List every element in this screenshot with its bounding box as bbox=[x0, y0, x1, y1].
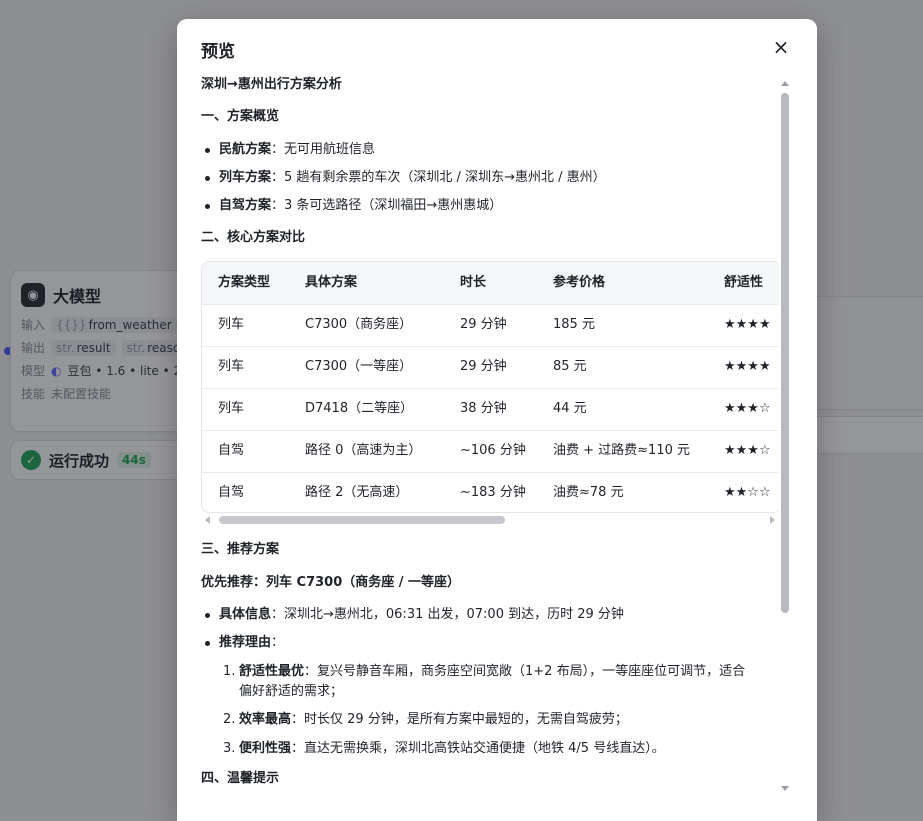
numbered-item: 3. 便利性强：直达无需换乘，深圳北高铁站交通便捷（地铁 4/5 号线直达）。 bbox=[223, 741, 665, 756]
table-row: 列车 D7418（二等座） 38 分钟 44 元 ★★★☆ bbox=[202, 388, 779, 431]
table-header-cell: 舒适性 bbox=[724, 275, 764, 290]
table-header-cell: 参考价格 bbox=[553, 275, 606, 290]
table-row: 列车 C7300（商务座） 29 分钟 185 元 ★★★★ bbox=[202, 304, 779, 347]
scroll-left-icon[interactable] bbox=[205, 516, 210, 524]
table-horizontal-scrollbar[interactable] bbox=[201, 515, 779, 525]
section-heading-recommendation: 三、推荐方案 bbox=[201, 542, 280, 557]
section-heading-overview: 一、方案概览 bbox=[201, 109, 280, 124]
comparison-table[interactable]: 方案类型 具体方案 时长 参考价格 舒适性 列车 C7300（商务座） 29 分… bbox=[201, 261, 779, 513]
preview-content[interactable]: 深圳→惠州出行方案分析 一、方案概览 民航方案：无可用航班信息 列车方案：5 趟… bbox=[201, 75, 779, 805]
table-row: 列车 C7300（一等座） 29 分钟 85 元 ★★★★ bbox=[202, 346, 779, 389]
scroll-down-icon[interactable] bbox=[781, 786, 789, 791]
numbered-item: 2. 效率最高：时长仅 29 分钟，是所有方案中最短的，无需自驾疲劳； bbox=[223, 712, 628, 727]
scroll-right-icon[interactable] bbox=[770, 516, 775, 524]
table-header-cell: 方案类型 bbox=[218, 275, 271, 290]
list-item: 具体信息：深圳北→惠州北，06:31 出发，07:00 到达，历时 29 分钟 bbox=[201, 605, 624, 625]
list-item: 自驾方案：3 条可选路径（深圳福田→惠州惠城） bbox=[201, 196, 502, 216]
priority-recommendation: 优先推荐：列车 C7300（商务座 / 一等座） bbox=[201, 575, 461, 590]
table-row: 自驾 路径 2（无高速） ~183 分钟 油费≈78 元 ★★☆☆ bbox=[218, 485, 771, 500]
numbered-item: 1. 舒适性最优：复兴号静音车厢，商务座空间宽敞（1+2 布局），一等座座位可调节… bbox=[223, 664, 746, 679]
table-header-cell: 时长 bbox=[460, 275, 487, 290]
section-heading-tips: 四、温馨提示 bbox=[201, 771, 280, 786]
section-heading-comparison: 二、核心方案对比 bbox=[201, 230, 306, 245]
table-header-cell: 具体方案 bbox=[305, 275, 358, 290]
table-row: 自驾 路径 0（高速为主） ~106 分钟 油费 + 过路费≈110 元 ★★★… bbox=[202, 430, 779, 473]
close-button[interactable]: × bbox=[771, 37, 791, 57]
numbered-item-continuation: 偏好舒适的需求； bbox=[239, 684, 344, 699]
scroll-up-icon[interactable] bbox=[781, 81, 789, 86]
list-item: 推荐理由： bbox=[201, 633, 284, 653]
document-title: 深圳→惠州出行方案分析 bbox=[201, 77, 342, 92]
scrollbar-thumb[interactable] bbox=[781, 93, 789, 613]
scrollbar-thumb[interactable] bbox=[219, 516, 505, 524]
content-vertical-scrollbar[interactable] bbox=[781, 81, 789, 791]
list-item: 列车方案：5 趟有剩余票的车次（深圳北 / 深圳东→惠州北 / 惠州） bbox=[201, 168, 606, 188]
modal-title: 预览 bbox=[201, 42, 235, 62]
preview-modal: 预览 × 深圳→惠州出行方案分析 一、方案概览 民航方案：无可用航班信息 列车方… bbox=[177, 19, 817, 821]
table-header-row: 方案类型 具体方案 时长 参考价格 舒适性 bbox=[202, 262, 779, 305]
list-item: 民航方案：无可用航班信息 bbox=[201, 140, 375, 160]
